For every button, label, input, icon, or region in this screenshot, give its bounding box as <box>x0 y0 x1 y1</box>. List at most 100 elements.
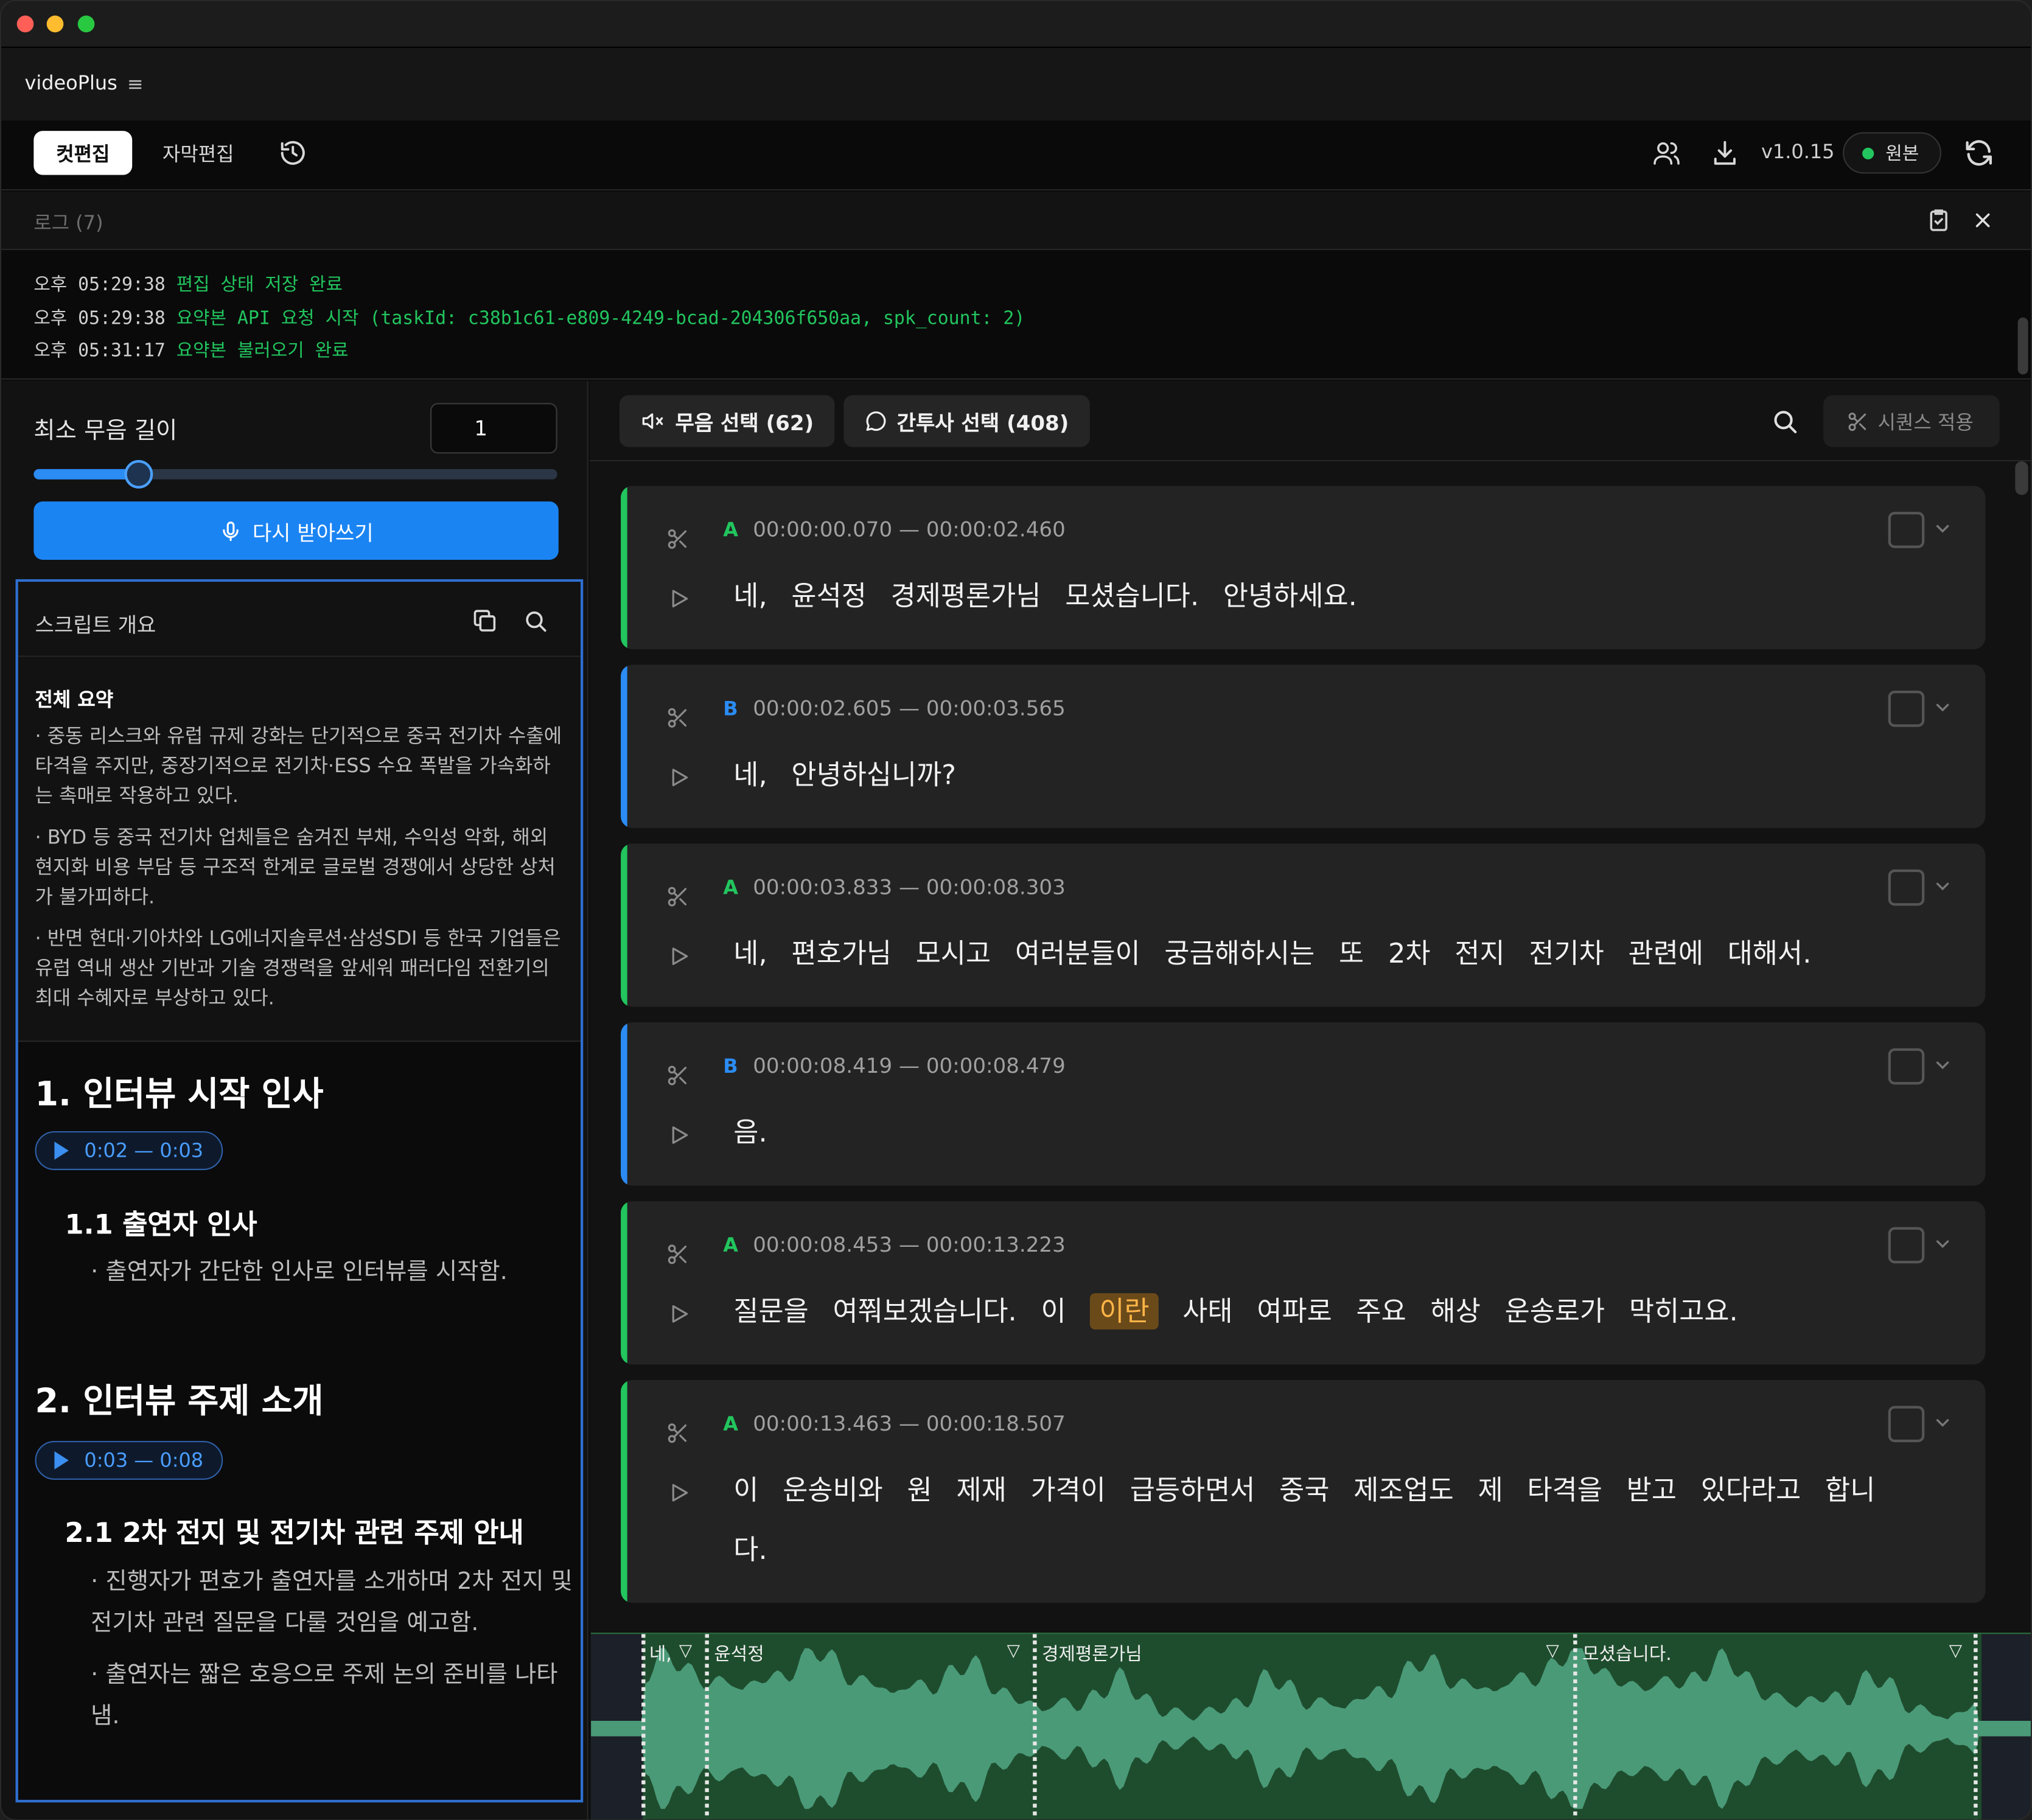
minimize-window-button[interactable] <box>46 15 64 33</box>
apply-sequence-button[interactable]: 시퀀스 적용 <box>1823 395 2000 447</box>
copy-icon[interactable] <box>472 608 498 634</box>
users-icon[interactable] <box>1652 139 1681 167</box>
scissors-icon[interactable] <box>666 528 690 551</box>
chevron-down-icon[interactable] <box>1935 1415 1950 1431</box>
hamburger-menu-icon[interactable]: ≡ <box>127 72 144 96</box>
section-title: 2. 인터뷰 주제 소개 <box>35 1382 324 1422</box>
retranscribe-label: 다시 받아쓰기 <box>252 520 374 545</box>
speaker-label: A <box>723 1412 738 1436</box>
transcript-segment[interactable]: A 00:00:00.070 — 00:00:02.460 네, 윤석정 경제평론가… <box>621 486 1986 649</box>
boundary-marker-icon[interactable]: ▽ <box>1949 1642 1962 1661</box>
section-time-badge[interactable]: 0:03 — 0:08 <box>35 1441 223 1480</box>
speaker-color-bar <box>621 1201 627 1365</box>
min-silence-slider[interactable] <box>33 459 557 489</box>
scissors-icon[interactable] <box>666 1421 690 1445</box>
log-line: 오후 05:29:38 편집 상태 저장 완료 <box>33 274 343 296</box>
scissors-icon[interactable] <box>666 1243 690 1266</box>
segment-text[interactable]: 이 운송비와 원 제재 가격이 급등하면서 중국 제조업도 제 타격을 받고 있… <box>733 1460 1900 1580</box>
subsection-title: 2.1 2차 전지 및 전기차 관련 주제 안내 <box>65 1517 524 1549</box>
scissors-icon <box>1848 412 1866 431</box>
close-window-button[interactable] <box>16 15 34 33</box>
segment-list-scrollbar[interactable] <box>2015 461 2028 495</box>
select-silence-button[interactable]: 무음 선택 (62) <box>619 395 835 447</box>
close-icon[interactable] <box>1971 209 1994 232</box>
search-icon[interactable] <box>523 609 548 633</box>
chevron-down-icon[interactable] <box>1935 1236 1950 1252</box>
log-scrollbar[interactable] <box>2017 317 2028 375</box>
scissors-icon[interactable] <box>666 885 690 908</box>
zoom-window-button[interactable] <box>77 15 95 33</box>
min-silence-input[interactable]: 1 <box>430 403 557 454</box>
select-filler-button[interactable]: 간투사 선택 (408) <box>843 395 1090 447</box>
transcript-segment[interactable]: B 00:00:02.605 — 00:00:03.565 네, 안녕하십니까? <box>621 664 1986 828</box>
segment-text[interactable]: 음. <box>733 1103 1900 1162</box>
boundary-marker-icon[interactable]: ▽ <box>679 1642 692 1661</box>
segment-toolbar: 무음 선택 (62) 간투사 선택 (408) 시퀀스 적용 <box>589 381 2031 462</box>
speaker-color-bar <box>621 664 627 828</box>
transcript-segment[interactable]: A 00:00:03.833 — 00:00:08.303 네, 편호가님 모시고 … <box>621 843 1986 1007</box>
play-icon <box>54 1451 69 1470</box>
chevron-down-icon[interactable] <box>1935 700 1950 716</box>
word-boundary[interactable] <box>1033 1634 1037 1819</box>
segment-text[interactable]: 네, 안녕하십니까? <box>733 745 1900 804</box>
summary-paragraph: · BYD 등 중국 전기차 업체들은 숨겨진 부채, 수익성 악화, 해외 현… <box>35 825 556 908</box>
word-boundary[interactable] <box>641 1634 646 1819</box>
speech-bubble-icon <box>866 411 886 431</box>
segment-time-range: 00:00:02.605 — 00:00:03.565 <box>753 696 1066 721</box>
section-time-badge[interactable]: 0:02 — 0:03 <box>35 1131 223 1170</box>
select-silence-label: 무음 선택 (62) <box>675 411 814 436</box>
word-boundary[interactable] <box>705 1634 709 1819</box>
tab-subtitle-edit[interactable]: 자막편집 <box>147 131 250 175</box>
slider-fill <box>33 469 139 479</box>
history-icon[interactable] <box>279 139 307 167</box>
scissors-icon[interactable] <box>666 706 690 730</box>
play-icon[interactable] <box>668 1302 691 1325</box>
segment-checkbox[interactable] <box>1888 1227 1925 1264</box>
source-status-toggle[interactable]: 원본 <box>1843 132 1941 174</box>
segment-checkbox[interactable] <box>1888 1048 1925 1085</box>
play-icon[interactable] <box>668 1481 691 1504</box>
play-icon[interactable] <box>668 766 691 789</box>
chevron-down-icon[interactable] <box>1935 1058 1950 1073</box>
play-icon[interactable] <box>668 1123 691 1146</box>
boundary-marker-icon[interactable]: ▽ <box>1007 1642 1020 1661</box>
transcript-segment[interactable]: A 00:00:08.453 — 00:00:13.223 질문을 여쭤보겠습니다.… <box>621 1201 1986 1365</box>
transcript-segment[interactable]: B 00:00:08.419 — 00:00:08.479 음. <box>621 1022 1986 1186</box>
download-icon[interactable] <box>1711 139 1739 167</box>
section-title: 1. 인터뷰 시작 인사 <box>35 1075 324 1115</box>
segment-checkbox[interactable] <box>1888 869 1925 906</box>
refresh-icon[interactable] <box>1963 138 1994 169</box>
segment-checkbox[interactable] <box>1888 1406 1925 1443</box>
tab-cut-edit[interactable]: 컷편집 <box>33 131 133 175</box>
version-label: v1.0.15 <box>1761 139 1835 164</box>
subsection-title: 1.1 출연자 인사 <box>65 1208 257 1240</box>
segment-text[interactable]: 네, 윤석정 경제평론가님 모셨습니다. 안녕하세요. <box>733 567 1900 626</box>
transcript-segment[interactable]: A 00:00:13.463 — 00:00:18.507 이 운송비와 원 제재 … <box>621 1379 1986 1603</box>
chevron-down-icon[interactable] <box>1935 521 1950 537</box>
script-overview-header: 스크립트 개요 <box>18 582 581 657</box>
search-icon[interactable] <box>1772 408 1799 436</box>
play-icon[interactable] <box>668 944 691 968</box>
segment-text[interactable]: 네, 편호가님 모시고 여러분들이 궁금해하시는 또 2차 전지 전기차 관련에… <box>733 924 1900 983</box>
word-boundary[interactable] <box>1974 1634 1978 1819</box>
speaker-color-bar <box>621 486 627 649</box>
word-boundary[interactable] <box>1573 1634 1577 1819</box>
clipboard-icon[interactable] <box>1926 207 1952 234</box>
window-titlebar <box>1 1 2031 48</box>
segment-checkbox[interactable] <box>1888 691 1925 727</box>
retranscribe-button[interactable]: 다시 받아쓰기 <box>33 501 559 560</box>
waveform-timeline[interactable]: 네, ▽ 윤석정 ▽ 경제평론가님 ▽ 모셨습니다. ▽ <box>591 1633 2031 1819</box>
summary-title: 전체 요약 <box>35 688 114 712</box>
apply-sequence-label: 시퀀스 적용 <box>1877 410 1974 434</box>
play-icon[interactable] <box>668 587 691 610</box>
slider-thumb[interactable] <box>124 459 153 489</box>
waveform-amplitude <box>591 1648 2031 1809</box>
scissors-icon[interactable] <box>666 1064 690 1087</box>
segment-checkbox[interactable] <box>1888 512 1925 548</box>
speaker-color-bar <box>621 843 627 1007</box>
segment-text[interactable]: 질문을 여쭤보겠습니다. 이 이란 사태 여파로 주요 해상 운송로가 막히고요… <box>733 1281 1900 1341</box>
chevron-down-icon[interactable] <box>1935 879 1950 894</box>
filler-word-highlight[interactable]: 이란 <box>1090 1293 1159 1330</box>
log-line: 오후 05:29:38 요약본 API 요청 시작 (taskId: c38b1… <box>33 308 1025 329</box>
boundary-marker-icon[interactable]: ▽ <box>1546 1642 1559 1661</box>
